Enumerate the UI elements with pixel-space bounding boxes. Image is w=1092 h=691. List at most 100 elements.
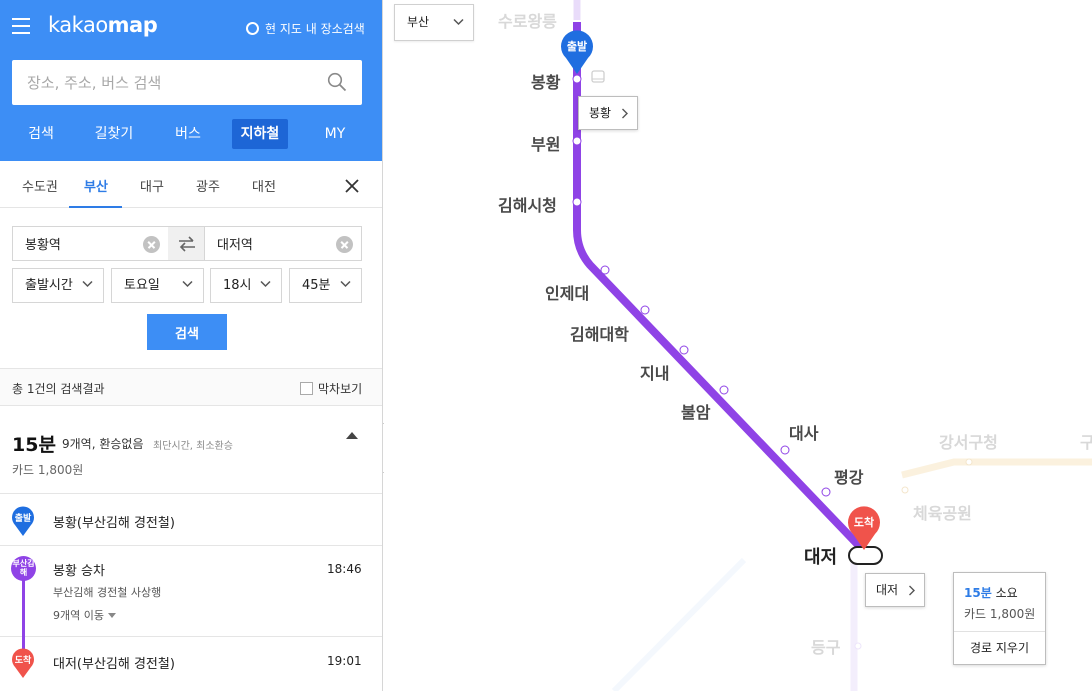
day-value: 토요일 bbox=[124, 278, 160, 293]
search-icon[interactable] bbox=[327, 72, 347, 92]
tab-daegu[interactable]: 대구 bbox=[140, 176, 164, 195]
station-buram[interactable]: 불암 bbox=[681, 399, 710, 423]
station-sports-park[interactable]: 체육공원 bbox=[913, 500, 972, 524]
bonghwang-tooltip[interactable]: 봉황 bbox=[578, 96, 638, 130]
chevron-right-icon bbox=[622, 108, 628, 119]
end-station: 대저(부산김해 경전철) bbox=[53, 657, 175, 672]
station-daesa[interactable]: 대사 bbox=[789, 420, 818, 444]
last-train-label: 막차보기 bbox=[318, 382, 363, 396]
faded-line-orange bbox=[901, 458, 1092, 479]
menu-icon[interactable] bbox=[12, 18, 30, 34]
station-gangseo-gu-office[interactable]: 강서구청 bbox=[939, 429, 998, 453]
header-bar: kakaomap 현 지도 내 장소검색 검색 길찾기 버스 지하철 MY bbox=[0, 0, 382, 161]
daejeo-tooltip[interactable]: 대저 bbox=[865, 573, 925, 607]
time-type-value: 출발시간 bbox=[25, 278, 73, 293]
start-station: 봉황(부산김해 경전철) bbox=[53, 516, 175, 531]
view-area-search-toggle[interactable]: 현 지도 내 장소검색 bbox=[246, 20, 365, 37]
card-fare: 카드 1,800원 bbox=[964, 607, 1036, 621]
station-cut-off[interactable]: 구 bbox=[1080, 429, 1092, 453]
direction-text: 부산김해 경전철 사상행 bbox=[53, 586, 162, 599]
nav-my[interactable]: MY bbox=[308, 119, 362, 149]
start-badge: 출발 bbox=[14, 514, 32, 524]
from-field[interactable]: 봉황역 bbox=[12, 226, 169, 261]
route-summary[interactable]: 15분 9개역, 환승없음 최단시간, 최소환승 카드 1,800원 bbox=[0, 406, 382, 494]
station-suro[interactable]: 수로왕릉 bbox=[498, 8, 557, 32]
tab-gwangju[interactable]: 광주 bbox=[196, 176, 220, 195]
station-pyeonggang[interactable]: 평강 bbox=[834, 464, 863, 488]
chevron-down-icon bbox=[82, 280, 93, 288]
search-box bbox=[12, 60, 362, 105]
main-nav: 검색 길찾기 버스 지하철 MY bbox=[0, 119, 382, 151]
map-city-value: 부산 bbox=[407, 15, 430, 29]
to-field[interactable]: 대저역 bbox=[204, 226, 362, 261]
step-end[interactable]: 도착 대저(부산김해 경전철) 19:01 bbox=[0, 637, 382, 691]
side-panel: kakaomap 현 지도 내 장소검색 검색 길찾기 버스 지하철 MY 수도… bbox=[0, 0, 383, 691]
swap-button[interactable] bbox=[168, 226, 205, 261]
daejeo-tooltip-label: 대저 bbox=[876, 583, 899, 597]
hour-select[interactable]: 18시 bbox=[210, 268, 282, 303]
active-tab-underline bbox=[69, 206, 122, 208]
line-badge: 부산김해 bbox=[11, 556, 36, 581]
kakaomap-logo[interactable]: kakaomap bbox=[48, 13, 158, 37]
nav-search[interactable]: 검색 bbox=[14, 119, 68, 149]
time-type-select[interactable]: 출발시간 bbox=[12, 268, 104, 303]
from-value: 봉황역 bbox=[25, 238, 61, 253]
start-pin-label: 출발 bbox=[566, 40, 588, 53]
station-buwon[interactable]: 부원 bbox=[531, 131, 560, 155]
station-bonghwang[interactable]: 봉황 bbox=[531, 69, 560, 93]
subway-map[interactable]: 부산 수로왕릉 봉황 부원 김해시청 인제대 김해대학 지내 불암 대사 평강 … bbox=[384, 0, 1092, 691]
nav-directions[interactable]: 길찾기 bbox=[84, 119, 144, 149]
bonghwang-tooltip-label: 봉황 bbox=[589, 106, 612, 120]
minute-select[interactable]: 45분 bbox=[289, 268, 362, 303]
route-duration: 15분 bbox=[12, 434, 56, 456]
clear-route-button[interactable]: 경로 지우기 bbox=[954, 631, 1045, 664]
city-tabs: 수도권 부산 대구 광주 대전 bbox=[0, 161, 382, 208]
chevron-down-icon bbox=[340, 280, 351, 288]
minute-value: 45분 bbox=[302, 278, 331, 293]
step-ride[interactable]: 부산김해 봉황 승차 18:46 부산김해 경전철 사상행 9개역 이동 bbox=[0, 546, 382, 666]
route-search-button[interactable]: 검색 bbox=[147, 314, 227, 350]
station-gimhae-city-hall[interactable]: 김해시청 bbox=[498, 192, 557, 216]
expand-stations[interactable]: 9개역 이동 bbox=[53, 607, 116, 623]
swap-icon bbox=[178, 235, 195, 252]
station-deunggu[interactable]: 등구 bbox=[811, 634, 840, 658]
route-info-card: 15분 소요 카드 1,800원 경로 지우기 bbox=[953, 572, 1046, 665]
station-jinae[interactable]: 지내 bbox=[640, 360, 669, 384]
caret-down-icon bbox=[107, 612, 116, 618]
hour-value: 18시 bbox=[223, 278, 252, 293]
nav-bus[interactable]: 버스 bbox=[160, 119, 216, 149]
clear-from-icon[interactable] bbox=[143, 236, 160, 253]
tab-sudogwon[interactable]: 수도권 bbox=[22, 176, 58, 195]
route-tags: 최단시간, 최소환승 bbox=[153, 441, 233, 452]
map-city-select[interactable]: 부산 bbox=[394, 4, 474, 41]
chevron-down-icon bbox=[182, 280, 193, 288]
tab-busan[interactable]: 부산 bbox=[84, 176, 108, 195]
radio-icon bbox=[246, 22, 259, 35]
board-label: 봉황 승차 bbox=[53, 564, 105, 579]
chevron-right-icon bbox=[909, 585, 915, 596]
search-input[interactable] bbox=[27, 73, 317, 92]
end-time: 19:01 bbox=[327, 654, 362, 668]
close-icon[interactable] bbox=[344, 178, 360, 194]
to-value: 대저역 bbox=[217, 238, 253, 253]
chevron-down-icon bbox=[260, 280, 271, 288]
end-badge: 도착 bbox=[14, 656, 32, 666]
collapse-caret-icon[interactable] bbox=[346, 432, 358, 439]
station-inje[interactable]: 인제대 bbox=[545, 280, 589, 304]
route-fare: 카드 1,800원 bbox=[12, 463, 84, 477]
station-daejeo[interactable]: 대저 bbox=[804, 543, 837, 569]
step-start[interactable]: 출발 봉황(부산김해 경전철) bbox=[0, 495, 382, 546]
checkbox-icon bbox=[300, 382, 313, 395]
last-train-checkbox[interactable]: 막차보기 bbox=[300, 380, 362, 397]
day-select[interactable]: 토요일 bbox=[111, 268, 204, 303]
nav-subway[interactable]: 지하철 bbox=[232, 119, 288, 149]
clear-to-icon[interactable] bbox=[336, 236, 353, 253]
station-gimhae-univ[interactable]: 김해대학 bbox=[570, 321, 629, 345]
results-header: 총 1건의 검색결과 막차보기 bbox=[0, 368, 382, 406]
route-info: 9개역, 환승없음 bbox=[62, 437, 144, 451]
chevron-down-icon bbox=[453, 18, 464, 26]
card-minutes: 15분 bbox=[964, 586, 992, 600]
move-label: 9개역 이동 bbox=[53, 609, 104, 622]
tab-daejeon[interactable]: 대전 bbox=[252, 176, 276, 195]
result-count: 총 1건의 검색결과 bbox=[12, 382, 105, 396]
